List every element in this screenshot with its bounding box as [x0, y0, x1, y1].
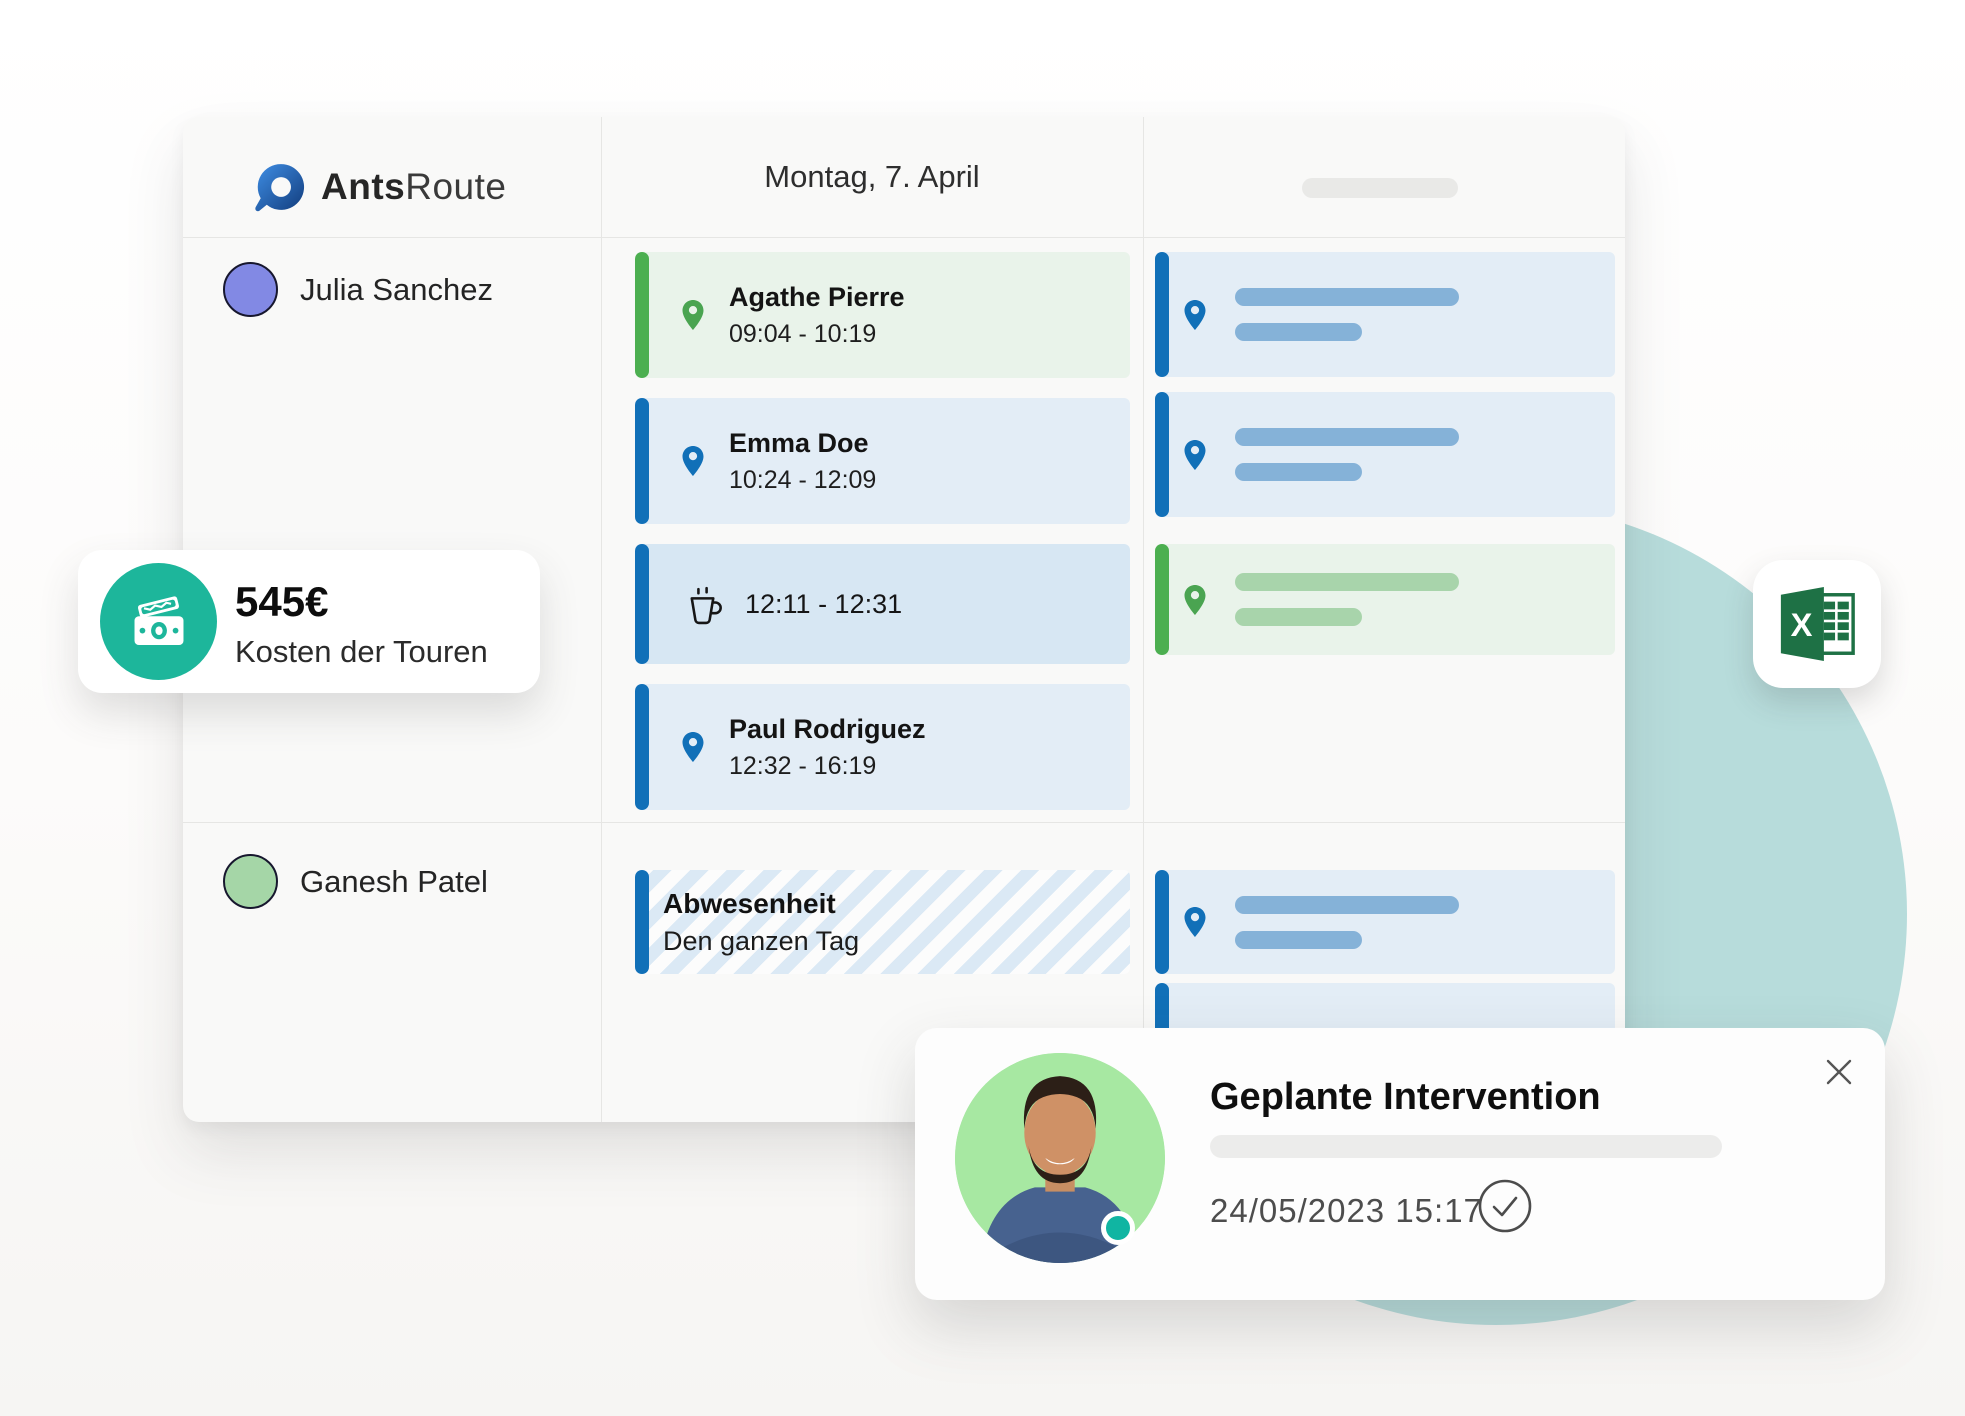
date-header: Montag, 7. April	[764, 159, 980, 194]
brand-logo: AntsRoute	[253, 161, 506, 213]
event-color-bar	[1155, 544, 1169, 655]
text-placeholder-bar	[1235, 323, 1362, 341]
event-color-bar	[1155, 252, 1169, 377]
sidebar-item-julia[interactable]: Julia Sanchez	[223, 262, 493, 317]
event-card-skeleton[interactable]	[1155, 870, 1615, 974]
intervention-popup: Geplante Intervention 24/05/2023 15:17	[915, 1028, 1885, 1300]
event-color-bar	[635, 684, 649, 810]
event-card-absence[interactable]: Abwesenheit Den ganzen Tag	[635, 870, 1130, 974]
cost-label: Kosten der Touren	[235, 634, 488, 669]
svg-text:X: X	[1791, 606, 1813, 643]
avatar-ganesh	[223, 854, 278, 909]
close-icon[interactable]	[1823, 1056, 1855, 1088]
location-pin-icon	[1184, 439, 1206, 470]
cost-amount: 545€	[235, 578, 329, 625]
text-placeholder-bar	[1235, 463, 1362, 481]
brand-name-bold: Ants	[321, 166, 406, 207]
event-time: 10:24 - 12:09	[729, 465, 877, 494]
event-name: Agathe Pierre	[729, 281, 905, 312]
tour-cost-card: 545€ Kosten der Touren	[78, 550, 540, 693]
location-pin-icon	[1184, 907, 1206, 937]
text-placeholder-bar	[1235, 608, 1362, 626]
event-time: 12:11 - 12:31	[745, 588, 903, 619]
event-card-agathe[interactable]: Agathe Pierre 09:04 - 10:19	[635, 252, 1130, 378]
event-card-paul[interactable]: Paul Rodriguez 12:32 - 16:19	[635, 684, 1130, 810]
header-placeholder-bar	[1302, 178, 1458, 198]
event-card-skeleton[interactable]	[1155, 392, 1615, 517]
brand-name: AntsRoute	[321, 166, 506, 208]
location-pin-icon	[682, 732, 704, 762]
event-time: 09:04 - 10:19	[729, 319, 877, 348]
text-placeholder-bar	[1235, 428, 1459, 446]
location-pin-icon	[1184, 584, 1206, 615]
event-name: Paul Rodriguez	[729, 713, 926, 744]
event-color-bar	[1155, 392, 1169, 517]
popup-datetime: 24/05/2023 15:17	[1210, 1192, 1483, 1229]
event-color-bar	[635, 252, 649, 378]
text-placeholder-bar	[1235, 930, 1362, 949]
sidebar-item-ganesh[interactable]: Ganesh Patel	[223, 854, 488, 909]
driver-name: Ganesh Patel	[300, 863, 488, 899]
avatar-julia	[223, 262, 278, 317]
event-color-bar	[1155, 870, 1169, 974]
header-divider	[183, 237, 1625, 238]
text-placeholder-bar	[1235, 895, 1459, 914]
brand-name-light: Route	[405, 166, 507, 207]
event-color-bar	[635, 398, 649, 524]
coffee-cup-icon	[690, 586, 722, 625]
event-card-break[interactable]: 12:11 - 12:31	[635, 544, 1130, 664]
location-pin-icon	[682, 300, 704, 330]
excel-export-button[interactable]: X	[1753, 560, 1881, 688]
absence-subtitle: Den ganzen Tag	[663, 925, 860, 956]
column-divider	[1143, 117, 1144, 1122]
event-color-bar	[635, 544, 649, 664]
event-name: Emma Doe	[729, 427, 869, 458]
page-canvas: AntsRoute Montag, 7. April Julia Sanchez…	[0, 0, 1965, 1416]
event-card-skeleton[interactable]	[1155, 544, 1615, 655]
excel-icon: X	[1780, 587, 1855, 661]
column-divider	[601, 117, 602, 1122]
event-time: 12:32 - 16:19	[729, 751, 877, 780]
location-pin-icon	[682, 446, 704, 476]
popup-title: Geplante Intervention	[1210, 1076, 1601, 1118]
driver-name: Julia Sanchez	[300, 271, 494, 307]
row-divider	[183, 822, 1625, 823]
event-card-emma[interactable]: Emma Doe 10:24 - 12:09	[635, 398, 1130, 524]
text-placeholder-bar	[1210, 1135, 1722, 1158]
event-card-skeleton[interactable]	[1155, 252, 1615, 377]
online-status-dot	[1101, 1211, 1135, 1245]
absence-title: Abwesenheit	[663, 887, 836, 919]
antsroute-logo-icon	[255, 164, 305, 212]
check-circle-icon[interactable]	[1477, 1178, 1533, 1234]
text-placeholder-bar	[1235, 288, 1459, 306]
event-color-bar	[635, 870, 649, 974]
location-pin-icon	[1184, 299, 1206, 330]
money-banknote-icon	[100, 563, 217, 680]
text-placeholder-bar	[1235, 573, 1459, 591]
